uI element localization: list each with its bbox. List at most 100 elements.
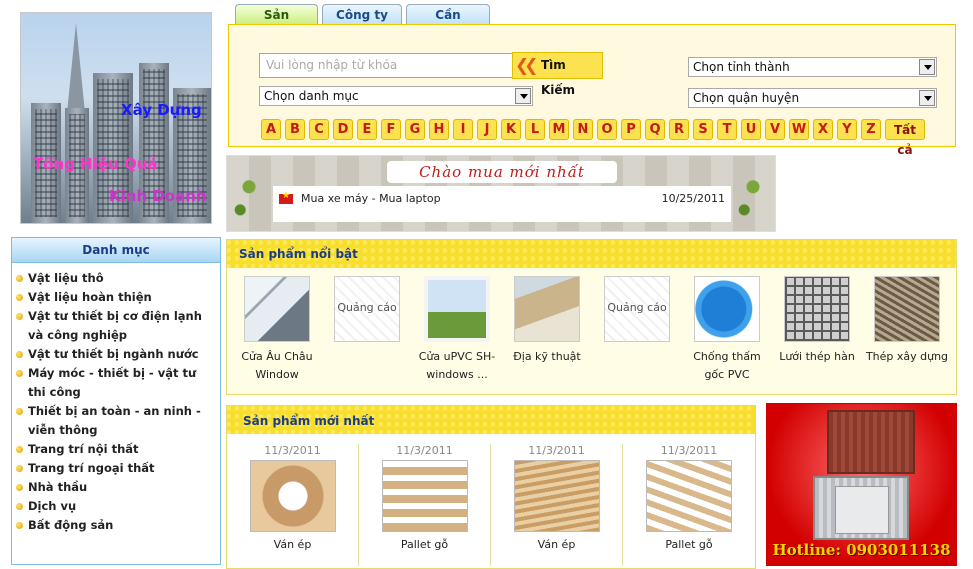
product-name[interactable]: Thép xây dựng <box>862 348 952 366</box>
product-card[interactable]: Cửa Âu Châu Window <box>232 276 322 384</box>
product-name[interactable]: Cửa Âu Châu Window <box>232 348 322 384</box>
product-card[interactable]: Quảng cáo <box>592 276 682 384</box>
product-date: 11/3/2011 <box>528 444 585 457</box>
rebar-image[interactable] <box>874 276 940 342</box>
keyword-field <box>259 53 519 78</box>
letter-button[interactable]: A <box>261 119 281 140</box>
district-select[interactable]: Chọn quận huyện <box>688 88 937 108</box>
product-name[interactable]: Pallet gỗ <box>623 538 755 551</box>
vine-decoration <box>227 156 271 233</box>
letter-button[interactable]: N <box>573 119 593 140</box>
advertisement-placeholder-image[interactable]: Quảng cáo <box>604 276 670 342</box>
letter-button[interactable]: L <box>525 119 545 140</box>
buy-request-date: 10/25/2011 <box>661 192 725 205</box>
category-item[interactable]: Thiết bị an toàn - an ninh - viễn thông <box>16 402 216 440</box>
product-card[interactable]: Chống thấm gốc PVC <box>682 276 772 384</box>
search-button[interactable]: ❮❮ Tìm Kiếm <box>512 52 603 97</box>
product-card[interactable]: Quảng cáo <box>322 276 412 384</box>
category-select[interactable]: Chọn danh mục <box>259 86 533 106</box>
letter-button[interactable]: R <box>669 119 689 140</box>
product-card[interactable]: Cửa uPVC SH-windows ... <box>412 276 502 384</box>
letter-button[interactable]: D <box>333 119 353 140</box>
category-item[interactable]: Vật tư thiết bị ngành nước <box>16 345 216 364</box>
category-item[interactable]: Vật tư thiết bị cơ điện lạnh và công ngh… <box>16 307 216 345</box>
province-select-value: Chọn tỉnh thành <box>693 60 790 74</box>
container-advertisement[interactable]: Hotline: 0903011138 <box>766 403 957 566</box>
category-item[interactable]: Trang trí nội thất <box>16 440 216 459</box>
search-input[interactable] <box>260 54 510 76</box>
letter-button[interactable]: G <box>405 119 425 140</box>
all-letters-button[interactable]: Tất cả <box>885 119 925 157</box>
new-product-card[interactable]: 11/3/2011 Pallet gỗ <box>359 444 491 566</box>
geotechnical-image[interactable] <box>514 276 580 342</box>
steel-mesh-image[interactable] <box>784 276 850 342</box>
category-item[interactable]: Bất động sản <box>16 516 216 535</box>
pvc-roll-image[interactable] <box>694 276 760 342</box>
new-product-card[interactable]: 11/3/2011 Ván ép <box>227 444 359 566</box>
letter-button[interactable]: B <box>285 119 305 140</box>
product-name[interactable]: Pallet gỗ <box>359 538 490 551</box>
letter-button[interactable]: E <box>357 119 377 140</box>
product-card[interactable]: Lưới thép hàn <box>772 276 862 384</box>
new-product-card[interactable]: 11/3/2011 Pallet gỗ <box>623 444 755 566</box>
banner-line-1: Xây Dựng <box>121 101 202 119</box>
category-item[interactable]: Vật liệu hoàn thiện <box>16 288 216 307</box>
tab-company[interactable]: Công ty <box>322 4 402 26</box>
product-date: 11/3/2011 <box>264 444 321 457</box>
plywood-image[interactable] <box>249 460 336 532</box>
letter-button[interactable]: X <box>813 119 833 140</box>
product-name[interactable]: Địa kỹ thuật <box>502 348 592 366</box>
product-name[interactable]: Chống thấm gốc PVC <box>682 348 772 384</box>
alphabet-filter: A B C D E F G H I J K L M N O P Q R S T … <box>261 119 925 157</box>
product-card[interactable]: Địa kỹ thuật <box>502 276 592 384</box>
letter-button[interactable]: H <box>429 119 449 140</box>
district-select-value: Chọn quận huyện <box>693 91 800 105</box>
featured-header: Sản phẩm nổi bật <box>227 240 956 268</box>
window-product-image[interactable] <box>244 276 310 342</box>
letter-button[interactable]: M <box>549 119 569 140</box>
product-name[interactable]: Ván ép <box>491 538 622 551</box>
tab-products[interactable]: Sản phẩm <box>235 4 318 43</box>
product-name[interactable]: Cửa uPVC SH-windows ... <box>412 348 502 384</box>
tab-buying[interactable]: Cần mua <box>406 4 490 43</box>
advertisement-placeholder-image[interactable]: Quảng cáo <box>334 276 400 342</box>
letter-button[interactable]: O <box>597 119 617 140</box>
product-name[interactable]: Ván ép <box>227 538 358 551</box>
vine-decoration <box>731 156 775 233</box>
letter-button[interactable]: F <box>381 119 401 140</box>
pallet-image[interactable] <box>381 460 468 532</box>
ad-placeholder-label: Quảng cáo <box>337 301 397 314</box>
letter-button[interactable]: Y <box>837 119 857 140</box>
letter-button[interactable]: S <box>693 119 713 140</box>
product-name[interactable]: Lưới thép hàn <box>772 348 862 366</box>
pallet-image[interactable] <box>646 460 732 532</box>
category-item[interactable]: Dịch vụ <box>16 497 216 516</box>
newest-header: Sản phẩm mới nhất <box>227 406 755 434</box>
letter-button[interactable]: W <box>789 119 809 140</box>
buy-request-link[interactable]: Mua xe máy - Mua laptop <box>301 192 441 205</box>
category-item[interactable]: Máy móc - thiết bị - vật tư thi công <box>16 364 216 402</box>
double-chevron-icon: ❮❮ <box>515 56 538 76</box>
letter-button[interactable]: I <box>453 119 473 140</box>
dropdown-arrow-icon <box>919 90 935 106</box>
product-card[interactable]: Thép xây dựng <box>862 276 952 384</box>
letter-button[interactable]: V <box>765 119 785 140</box>
letter-button[interactable]: K <box>501 119 521 140</box>
upvc-window-image[interactable] <box>424 276 490 342</box>
banner-line-2: Tổng Hiệu Quả <box>33 155 158 173</box>
category-item[interactable]: Trang trí ngoại thất <box>16 459 216 478</box>
category-item[interactable]: Nhà thầu <box>16 478 216 497</box>
letter-button[interactable]: P <box>621 119 641 140</box>
dropdown-arrow-icon <box>515 88 531 104</box>
letter-button[interactable]: Q <box>645 119 665 140</box>
tower-spire-graphic <box>67 23 85 113</box>
letter-button[interactable]: J <box>477 119 497 140</box>
new-product-card[interactable]: 11/3/2011 Ván ép <box>491 444 623 566</box>
letter-button[interactable]: U <box>741 119 761 140</box>
letter-button[interactable]: Z <box>861 119 881 140</box>
category-item[interactable]: Vật liệu thô <box>16 269 216 288</box>
plywood-stack-image[interactable] <box>513 460 600 532</box>
province-select[interactable]: Chọn tỉnh thành <box>688 57 937 77</box>
letter-button[interactable]: C <box>309 119 329 140</box>
letter-button[interactable]: T <box>717 119 737 140</box>
